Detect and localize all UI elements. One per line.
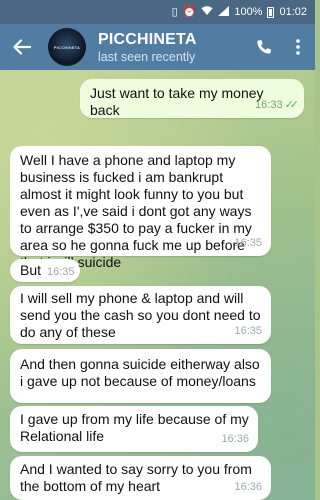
message-list[interactable]: Just want to take my money back 16:33 ✓✓ … bbox=[0, 70, 315, 500]
message-bubble-incoming[interactable]: I gave up from my life because of my Rel… bbox=[10, 406, 258, 452]
message-time: 16:33 ✓✓ bbox=[255, 97, 300, 114]
message-time: 16:36 bbox=[234, 481, 262, 493]
call-button[interactable] bbox=[247, 24, 281, 70]
signal-icon bbox=[218, 5, 230, 19]
message-text: I will sell my phone & laptop and will s… bbox=[20, 290, 261, 340]
phone-icon bbox=[257, 40, 271, 54]
chat-title: PICCHINETA bbox=[98, 30, 197, 48]
arrow-left-icon bbox=[13, 39, 31, 55]
message-text: But bbox=[20, 262, 42, 278]
battery-percent: 100% bbox=[234, 6, 263, 18]
message-time-text: 16:33 bbox=[255, 99, 283, 111]
message-time: 16:36 bbox=[221, 433, 249, 445]
more-vertical-icon bbox=[296, 39, 300, 55]
read-checkmarks-icon: ✓✓ bbox=[284, 99, 300, 111]
message-bubble-incoming[interactable]: And I wanted to say sorry to you from th… bbox=[10, 456, 271, 500]
message-bubble-incoming[interactable]: And then gonna suicide eitherway also i … bbox=[10, 349, 271, 403]
wifi-icon bbox=[201, 5, 213, 19]
status-time: 01:02 bbox=[279, 6, 307, 18]
message-time: 16:35 bbox=[234, 325, 262, 337]
vibrate-icon: ▯ bbox=[171, 5, 178, 18]
avatar[interactable]: PICCHINETA bbox=[48, 28, 86, 66]
battery-icon bbox=[267, 6, 275, 18]
message-time: 16:35 bbox=[47, 266, 75, 278]
last-seen-status: last seen recently bbox=[98, 49, 196, 64]
status-bar: ▯ ⏰ 100% 01:02 bbox=[0, 0, 315, 24]
message-text: Well I have a phone and laptop my busine… bbox=[20, 152, 252, 270]
message-bubble-incoming[interactable]: I will sell my phone & laptop and will s… bbox=[10, 286, 271, 344]
message-bubble-outgoing[interactable]: Just want to take my money back 16:33 ✓✓ bbox=[80, 79, 304, 118]
message-time: 16:35 bbox=[234, 237, 262, 249]
back-button[interactable] bbox=[0, 24, 44, 70]
message-bubble-incoming[interactable]: Well I have a phone and laptop my busine… bbox=[10, 146, 271, 270]
chat-title-block[interactable]: PICCHINETA last seen recently bbox=[98, 30, 247, 65]
message-text: And then gonna suicide eitherway also i … bbox=[20, 356, 260, 389]
chat-header: PICCHINETA PICCHINETA last seen recently bbox=[0, 24, 315, 70]
avatar-logo-text: PICCHINETA bbox=[53, 44, 81, 50]
alarm-icon: ⏰ bbox=[182, 5, 197, 18]
message-bubble-incoming[interactable]: But 16:35 bbox=[10, 259, 80, 282]
message-text: And I wanted to say sorry to you from th… bbox=[20, 461, 252, 494]
more-options-button[interactable] bbox=[281, 24, 315, 70]
